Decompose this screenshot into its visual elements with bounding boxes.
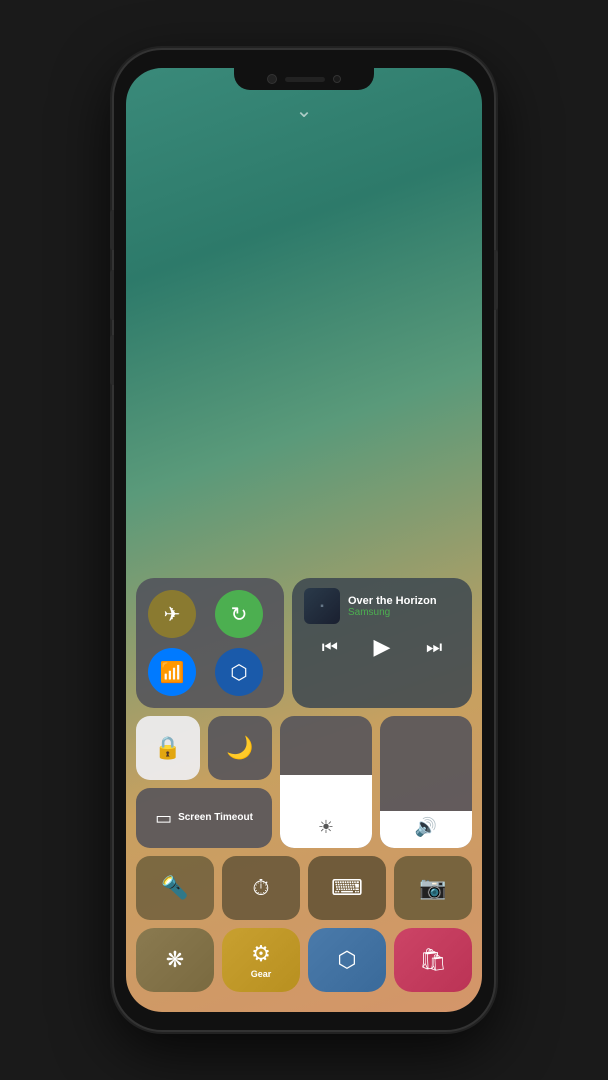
misc-top-row: 🔒 🌙 (136, 716, 272, 780)
store-app-button[interactable]: 🛍 (394, 928, 472, 992)
connectivity-media-row: ✈ ↻ 📶 ⬡ ▪ (136, 578, 472, 708)
sliders-col: ☀ 🔊 (280, 716, 472, 848)
orientation-lock-button[interactable]: 🔒 (136, 716, 200, 780)
phone-frame: ⌄ ✈ ↻ 📶 ⬡ (114, 50, 494, 1030)
volume-icon: 🔊 (415, 817, 437, 838)
bixby-icon: ❋ (166, 947, 184, 973)
airplane-icon: ✈ (164, 602, 181, 627)
brightness-icon: ☀ (318, 817, 334, 838)
wifi-button[interactable]: 📶 (148, 648, 196, 696)
phone-screen: ⌄ ✈ ↻ 📶 ⬡ (126, 68, 482, 1012)
screen-timeout-button[interactable]: ▭ Screen Timeout (136, 788, 272, 848)
quick-actions-row: 🔦 ⏱ ⌨ 📷 (136, 856, 472, 920)
timer-button[interactable]: ⏱ (222, 856, 300, 920)
media-text: Over the Horizon Samsung (348, 595, 460, 618)
gear-icon: ⚙ (251, 941, 271, 967)
media-player-block: ▪ Over the Horizon Samsung ⏮ ▶ ⏭ (292, 578, 472, 708)
screen-timeout-icon: ▭ (155, 808, 172, 829)
sensor (333, 75, 341, 83)
screen-timeout-label: Screen Timeout (178, 812, 253, 824)
media-next-button[interactable]: ⏭ (420, 635, 448, 660)
media-info: ▪ Over the Horizon Samsung (304, 588, 460, 624)
media-prev-button[interactable]: ⏮ (316, 635, 344, 660)
store-icon: 🛍 (419, 947, 447, 973)
bixby-button[interactable] (110, 210, 114, 250)
bixby-app-button[interactable]: ❋ (136, 928, 214, 992)
timer-icon: ⏱ (252, 875, 269, 901)
phone-notch (234, 68, 374, 90)
gear-app-button[interactable]: ⚙ Gear (222, 928, 300, 992)
media-play-button[interactable]: ▶ (368, 632, 397, 662)
media-controls: ⏮ ▶ ⏭ (304, 630, 460, 662)
calculator-button[interactable]: ⌨ (308, 856, 386, 920)
apps-row: ❋ ⚙ Gear ⬡ 🛍 (136, 928, 472, 992)
gear-app-label: Gear (251, 969, 272, 979)
connectivity-block: ✈ ↻ 📶 ⬡ (136, 578, 284, 708)
flashlight-button[interactable]: 🔦 (136, 856, 214, 920)
camera-button[interactable]: 📷 (394, 856, 472, 920)
media-title: Over the Horizon (348, 595, 460, 607)
rotation-lock-button[interactable]: ↻ (215, 590, 263, 638)
control-center: ✈ ↻ 📶 ⬡ ▪ (136, 578, 472, 992)
volume-down-button[interactable] (110, 335, 114, 385)
media-thumbnail: ▪ (304, 588, 340, 624)
camera-icon: 📷 (419, 875, 446, 901)
front-camera (267, 74, 277, 84)
rotation-icon: ↻ (231, 602, 248, 627)
airplane-mode-button[interactable]: ✈ (148, 590, 196, 638)
flashlight-icon: 🔦 (161, 875, 188, 901)
bluetooth-icon: ⬡ (230, 660, 247, 685)
volume-slider[interactable]: 🔊 (380, 716, 472, 848)
brightness-slider[interactable]: ☀ (280, 716, 372, 848)
wifi-icon: 📶 (160, 660, 185, 685)
connect-app-button[interactable]: ⬡ (308, 928, 386, 992)
bluetooth-button[interactable]: ⬡ (215, 648, 263, 696)
power-button[interactable] (494, 250, 498, 310)
album-art: ▪ (304, 588, 340, 624)
volume-up-button[interactable] (110, 270, 114, 320)
misc-col: 🔒 🌙 ▭ Screen Timeout (136, 716, 272, 848)
media-artist: Samsung (348, 607, 460, 618)
connect-icon: ⬡ (337, 947, 356, 973)
pull-down-chevron[interactable]: ⌄ (296, 98, 313, 123)
calculator-icon: ⌨ (331, 875, 363, 901)
misc-sliders-row: 🔒 🌙 ▭ Screen Timeout ☀ (136, 716, 472, 848)
do-not-disturb-button[interactable]: 🌙 (208, 716, 272, 780)
earpiece-speaker (285, 77, 325, 82)
